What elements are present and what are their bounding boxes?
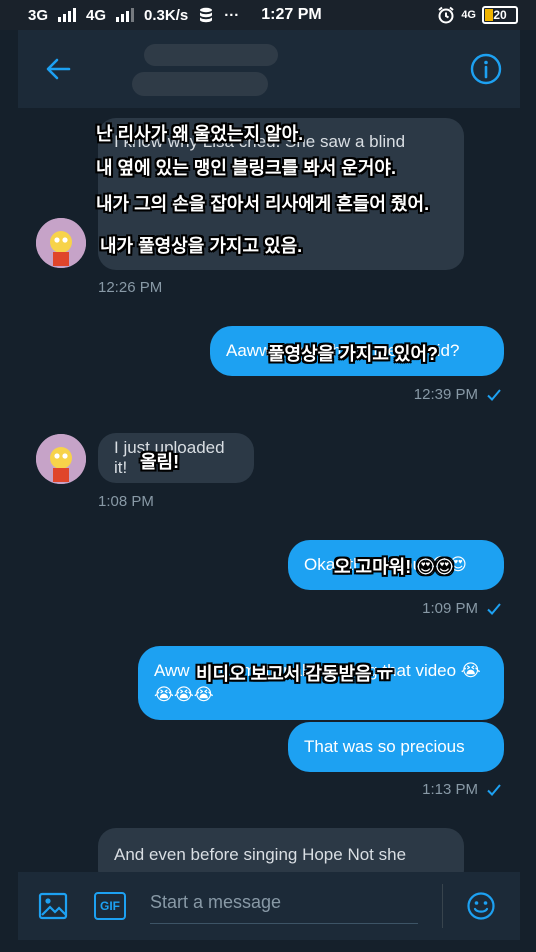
message-timestamp: 1:09 PM	[422, 600, 478, 617]
message-timestamp: 1:08 PM	[98, 493, 154, 510]
caption-overlay: 오 고마워! 😍😍	[334, 557, 454, 577]
avatar[interactable]	[36, 434, 86, 484]
message-text-emoji: 😭😭😭	[154, 685, 214, 704]
caption-overlay: 내가 풀영상을 가지고 있음.	[100, 236, 303, 256]
contact-name-redacted	[144, 44, 278, 66]
message-timestamp: 12:39 PM	[413, 386, 478, 403]
caption-overlay: 내가 그의 손을 잡아서 리사에게 흔들어 줬어.	[96, 194, 430, 214]
message-timestamp-row: 1:13 PM	[422, 781, 502, 798]
signal-icon	[58, 8, 77, 22]
emoji-button[interactable]	[466, 891, 496, 921]
back-button[interactable]	[18, 30, 98, 108]
clock: 1:27 PM	[261, 6, 322, 23]
network-type-1: 3G	[28, 6, 49, 24]
alarm-icon	[438, 6, 454, 24]
message-timestamp-row: 12:39 PM	[414, 386, 502, 403]
message-timestamp: 1:13 PM	[422, 781, 478, 798]
image-icon	[38, 892, 68, 920]
caption-overlay: 내 옆에 있는 맹인 블링크를 봐서 운거야.	[96, 158, 396, 178]
gif-button[interactable]: GIF	[94, 892, 126, 920]
check-icon	[487, 783, 501, 796]
network-type-3: 4G	[461, 8, 476, 21]
caption-overlay: 비디오 보고서 감동받음 ㅠ	[196, 664, 394, 684]
database-icon	[200, 7, 213, 23]
info-button[interactable]	[470, 53, 502, 85]
info-icon	[470, 53, 502, 85]
sent-message[interactable]: That was so precious	[288, 722, 504, 772]
message-text: And even before singing Hope Not she	[114, 845, 407, 864]
check-icon	[487, 388, 501, 401]
contact-handle-redacted	[132, 72, 268, 96]
smiley-icon	[467, 892, 495, 920]
caption-overlay: 난 리사가 왜 울었는지 알아.	[96, 124, 304, 144]
signal-icon-2	[116, 8, 135, 22]
battery-icon: 20	[482, 6, 518, 24]
gif-label: GIF	[100, 899, 120, 913]
caption-overlay: 풀영상을 가지고 있어?	[268, 344, 439, 364]
message-input[interactable]: Start a message	[150, 892, 281, 913]
message-timestamp: 12:26 PM	[98, 279, 163, 296]
message-timestamp-row: 1:09 PM	[422, 600, 502, 617]
avatar[interactable]	[36, 218, 86, 268]
network-type-2: 4G	[86, 6, 107, 24]
check-icon	[487, 602, 501, 615]
composer-divider	[442, 884, 443, 928]
add-photo-button[interactable]	[38, 891, 68, 921]
message-composer: GIF Start a message	[18, 872, 520, 940]
battery-level: 20	[493, 8, 507, 22]
status-bar: 3G 4G 0.3K/s ··· 1:27 PM 4G 20	[0, 0, 536, 30]
input-underline	[150, 923, 418, 924]
more-dots: ···	[224, 6, 240, 24]
message-text: That was so precious	[304, 737, 465, 756]
caption-overlay: 올림!	[140, 452, 180, 472]
conversation-header	[18, 30, 520, 108]
arrow-left-icon	[46, 58, 71, 80]
network-speed: 0.3K/s	[144, 6, 189, 24]
